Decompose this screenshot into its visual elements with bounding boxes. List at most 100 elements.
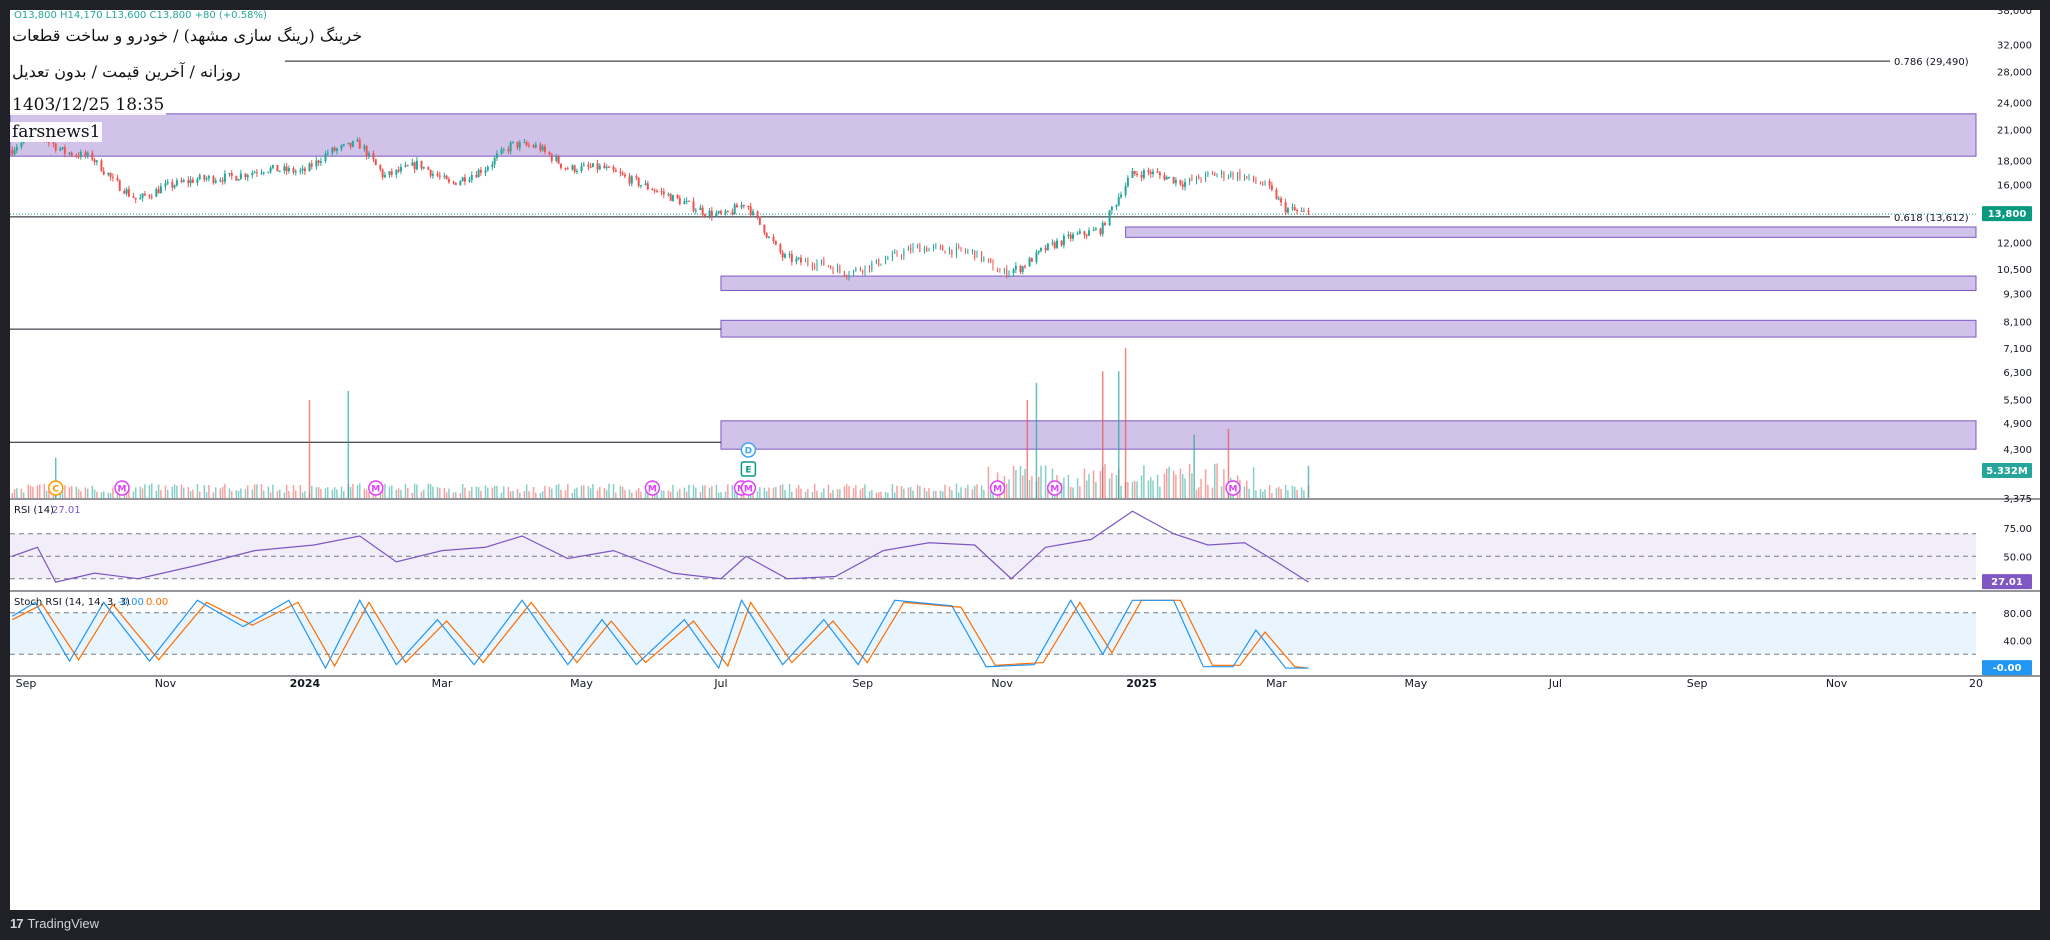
chart-area[interactable]: 0.786 (29,490)0.618 (13,612) CMMMMMMMMDE… (9, 6, 2040, 910)
volume-bar (1216, 463, 1218, 498)
candle-body (1062, 235, 1065, 246)
candle-body (1195, 176, 1197, 181)
candle-body (564, 167, 567, 169)
volume-bar (432, 486, 434, 498)
candle-body (79, 152, 82, 158)
candle-body (933, 246, 935, 249)
volume-bar (1012, 465, 1015, 498)
candle-body (747, 205, 750, 207)
candle-body (1284, 202, 1287, 213)
candle-body (404, 165, 407, 167)
volume-bar (775, 486, 777, 498)
candle-body (566, 168, 569, 170)
volume-bar (1063, 477, 1065, 498)
candle-body (885, 259, 887, 264)
candle-body (990, 259, 992, 262)
volume-bar (615, 492, 617, 498)
volume-bar (235, 490, 238, 498)
volume-bar (1291, 485, 1294, 498)
volume-bar (132, 491, 135, 498)
volume-bar (38, 484, 41, 498)
candle-body (347, 142, 350, 145)
candle-body (123, 190, 126, 194)
volume-bar (269, 492, 272, 498)
candle-body (260, 172, 263, 174)
volume-bar (576, 487, 578, 498)
candle-body (294, 171, 297, 173)
y-tick-label: 9,300 (2003, 290, 2032, 301)
chart-canvas[interactable]: 0.786 (29,490)0.618 (13,612) CMMMMMMMMDE… (9, 6, 2040, 910)
volume-bar (427, 483, 430, 498)
volume-bar (548, 486, 551, 498)
volume-bar (1252, 467, 1255, 498)
candle-body (173, 185, 176, 188)
candle-body (875, 259, 877, 264)
candle-body (230, 173, 233, 177)
candle-body (493, 157, 496, 165)
candle-body (1207, 172, 1209, 174)
candle-body (1024, 266, 1027, 268)
volume-bar (109, 493, 112, 498)
zone-rect (720, 420, 1977, 450)
candle-body (550, 154, 553, 161)
volume-bar (1255, 490, 1257, 498)
candle-body (571, 165, 574, 170)
candle-body (1275, 189, 1278, 199)
candle-body (303, 168, 306, 172)
candle-body (527, 145, 530, 147)
volume-bar (352, 483, 354, 498)
candle-body (1051, 242, 1054, 244)
candle-body (974, 250, 976, 258)
candle-body (864, 265, 866, 273)
candle-body (342, 144, 345, 146)
volume-bar (176, 485, 178, 498)
candle-body (20, 142, 23, 147)
volume-bar (759, 487, 761, 498)
volume-bar (468, 490, 471, 498)
volume-bar (973, 485, 976, 498)
candle-body (262, 172, 265, 174)
candle-body (987, 258, 989, 260)
candle-body (372, 153, 375, 160)
y-tick-label: 32,000 (1997, 41, 2032, 52)
y-tick-label: 10,500 (1997, 265, 2032, 276)
candle-body (363, 146, 366, 149)
candle-body (1142, 170, 1145, 178)
volume-bar (816, 490, 818, 498)
candle-body (301, 168, 304, 171)
volume-bar (583, 485, 585, 498)
candle-body (749, 206, 752, 215)
event-marker-label: M (1229, 485, 1238, 495)
volume-bar (260, 484, 263, 498)
volume-bar (1168, 466, 1170, 498)
volume-bar (301, 492, 304, 498)
volume-bar (267, 486, 270, 498)
candle-body (1008, 272, 1010, 276)
candle-body (795, 258, 798, 262)
y-tick-label: 38,000 (1997, 10, 2032, 17)
candle-body (896, 251, 898, 256)
timestamp: 1403/12/25 18:35 (10, 95, 167, 115)
candle-body (699, 207, 702, 211)
volume-bar (464, 487, 466, 498)
volume-bar (800, 488, 802, 498)
volume-bar (704, 485, 706, 498)
candle-body (619, 171, 622, 174)
candle-body (1239, 172, 1241, 180)
candle-body (928, 248, 930, 252)
volume-bar (596, 490, 599, 498)
footer-brand[interactable]: 17 TradingView (10, 916, 99, 931)
zone-rect (1125, 226, 1977, 238)
volume-bar (16, 488, 18, 498)
volume-bar (587, 486, 590, 498)
volume-bar (272, 484, 274, 498)
volume-bar (336, 489, 338, 498)
candle-body (1268, 181, 1271, 186)
candle-body (111, 176, 114, 178)
volume-bar (708, 487, 711, 498)
candle-body (356, 139, 359, 142)
candle-body (500, 149, 503, 154)
candle-body (832, 267, 834, 273)
candle-body (1012, 269, 1015, 273)
volume-bar (507, 486, 510, 498)
